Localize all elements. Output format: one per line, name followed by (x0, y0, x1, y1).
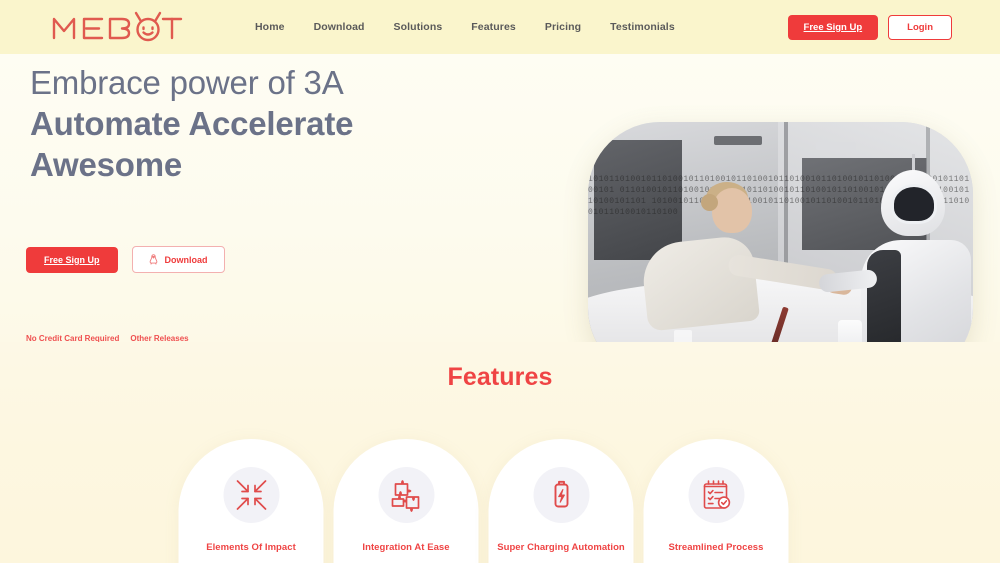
feature-card-streamlined-process[interactable]: Streamlined Process Flowchart based UI A… (643, 439, 789, 563)
clipboard-check-icon (688, 467, 744, 523)
hero-section: Embrace power of 3A Automate Accelerate … (0, 54, 1000, 380)
feature-card-title: Streamlined Process (668, 542, 764, 553)
nav-item-features[interactable]: Features (471, 21, 516, 33)
hero-download-button[interactable]: Download (131, 246, 225, 273)
feature-card-super-charging-automation[interactable]: Super Charging Automation No/Low Code Dr… (488, 439, 634, 563)
brand-logo[interactable] (50, 10, 185, 44)
feature-card-title: Super Charging Automation (497, 542, 625, 553)
hero-heading: Embrace power of 3A Automate Accelerate … (30, 54, 450, 185)
header-actions: Free Sign Up Login (787, 14, 952, 40)
mebot-logo-icon (52, 11, 183, 42)
hero-heading-line-1: Embrace power of 3A (30, 64, 344, 101)
feature-card-title: Integration At Ease (362, 542, 450, 553)
puzzle-pieces-icon (378, 467, 434, 523)
nav-item-home[interactable]: Home (255, 21, 285, 33)
nav-item-testimonials[interactable]: Testimonials (610, 21, 675, 33)
header-login-button[interactable]: Login (888, 14, 952, 40)
ceiling-light-2 (816, 142, 856, 150)
woman-head (712, 188, 752, 233)
arrows-converge-icon (223, 467, 279, 523)
penguin-icon (149, 254, 157, 265)
main-nav: Home Download Solutions Features Pricing… (255, 21, 788, 33)
hero-free-signup-button[interactable]: Free Sign Up (26, 246, 118, 273)
feature-card-integration-at-ease[interactable]: Integration At Ease Supports BiDi OS Ind… (333, 439, 479, 563)
robot-visor (891, 184, 937, 224)
site-header: Home Download Solutions Features Pricing… (0, 0, 1000, 54)
nav-item-download[interactable]: Download (314, 21, 365, 33)
header-free-signup-button[interactable]: Free Sign Up (787, 14, 879, 40)
feature-cards: Elements Of Impact Lower Costs Increased… (178, 439, 822, 563)
features-section: Features Elements Of Impact Lower Costs … (0, 342, 1000, 563)
feature-card-title: Elements Of Impact (206, 542, 296, 553)
nav-item-solutions[interactable]: Solutions (394, 21, 443, 33)
woman-hair-bun (701, 194, 718, 211)
nav-item-pricing[interactable]: Pricing (545, 21, 581, 33)
hero-heading-line-2: Automate Accelerate (30, 105, 354, 142)
ceiling-light-1 (714, 136, 762, 145)
hero-download-label: Download (164, 254, 208, 265)
feature-card-elements-of-impact[interactable]: Elements Of Impact Lower Costs Increased… (178, 439, 324, 563)
battery-bolt-icon (533, 467, 589, 523)
features-heading: Features (447, 363, 553, 391)
hero-cta-group: Free Sign Up Download (26, 246, 225, 273)
hero-heading-line-3: Awesome (30, 146, 183, 183)
